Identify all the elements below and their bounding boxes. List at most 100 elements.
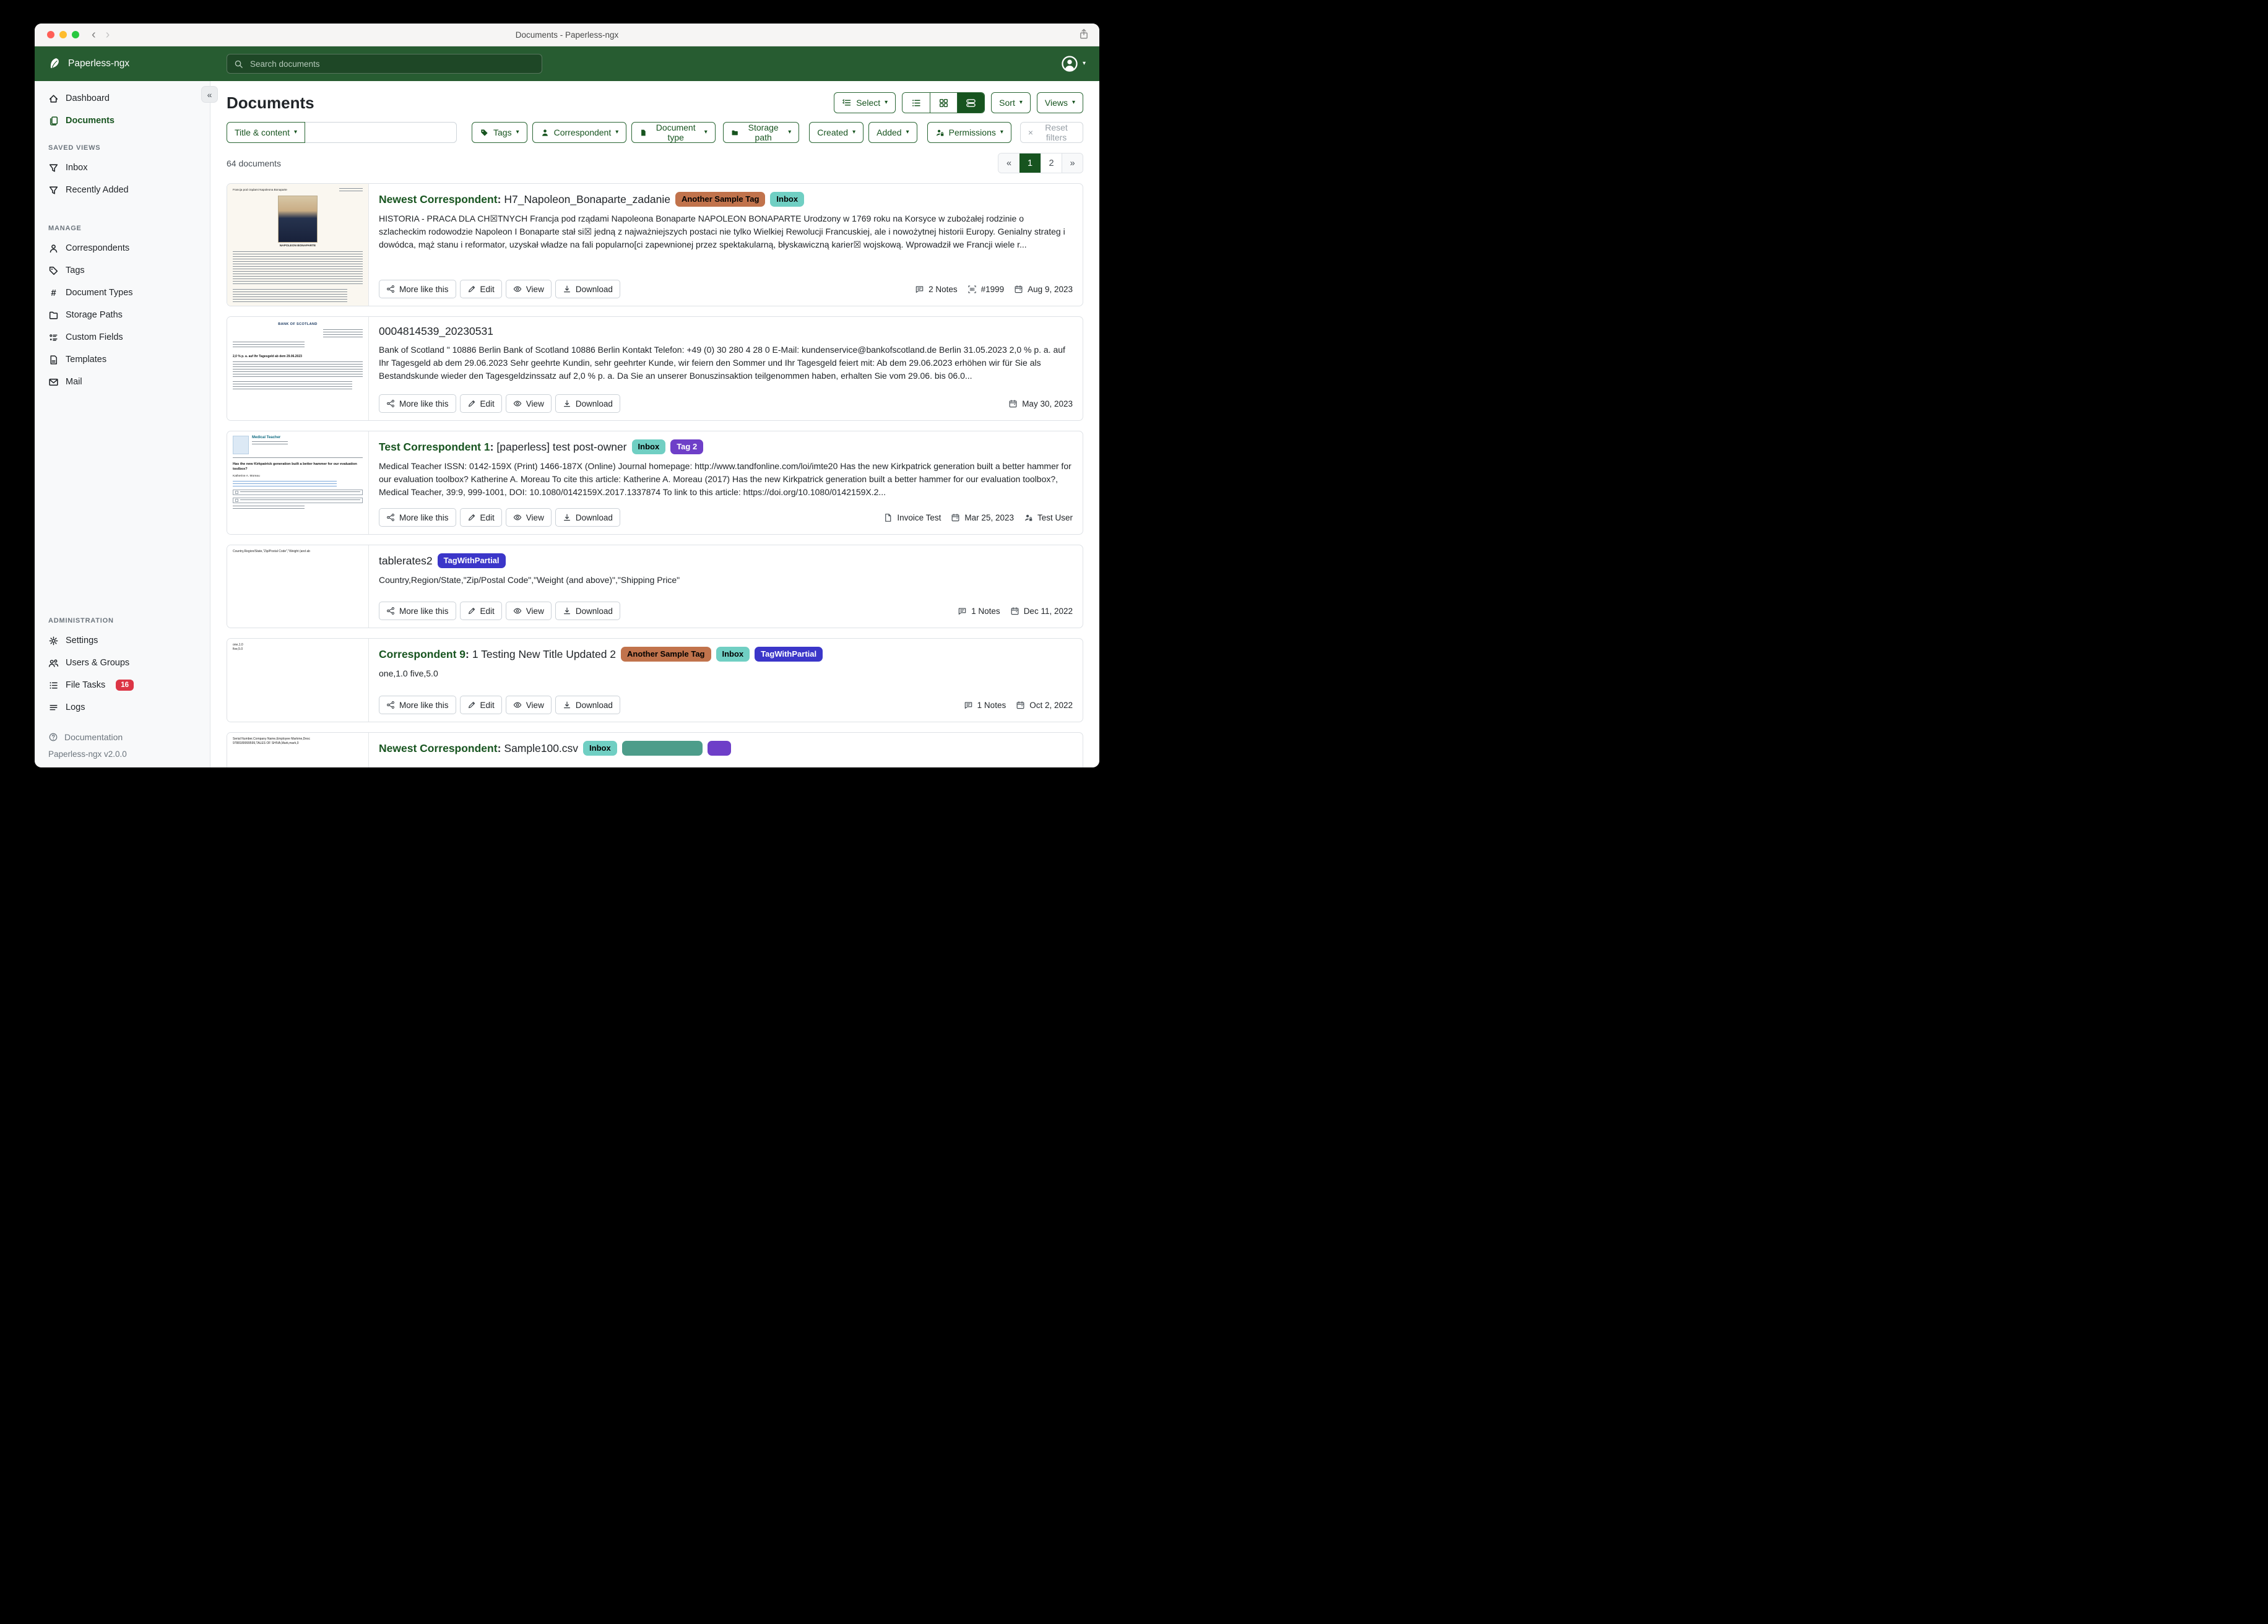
title-content-dropdown-button[interactable]: Title & content ▾ [227, 122, 305, 143]
document-title-link[interactable]: 1 Testing New Title Updated 2 [472, 648, 616, 661]
sidebar-item-storage-paths[interactable]: Storage Paths [42, 304, 202, 326]
tags-filter-button[interactable]: Tags ▾ [472, 122, 527, 143]
download-icon [563, 399, 571, 408]
sidebar-item-documents[interactable]: Documents [42, 110, 202, 132]
tag-inbox[interactable]: Inbox [770, 192, 804, 207]
search-input[interactable] [249, 59, 535, 69]
thumb-text: Serial Number,Company Name,Employee Mark… [233, 737, 363, 741]
grid-view-toggle[interactable] [930, 93, 957, 113]
view-button[interactable]: View [506, 394, 552, 413]
document-thumbnail[interactable]: Medical Teacher Has the new Kirkpatrick … [227, 431, 369, 534]
sidebar-item-tags[interactable]: Tags [42, 259, 202, 282]
document-thumbnail[interactable]: Serial Number,Company Name,Employee Mark… [227, 733, 369, 767]
sidebar-item-inbox[interactable]: Inbox [42, 157, 202, 179]
document-title-link[interactable]: H7_Napoleon_Bonaparte_zadanie [504, 193, 670, 206]
download-button[interactable]: Download [555, 508, 620, 527]
download-button[interactable]: Download [555, 394, 620, 413]
sidebar-collapse-button[interactable]: « [201, 86, 218, 103]
user-menu[interactable]: ▾ [1061, 55, 1086, 72]
documentation-link[interactable]: Documentation [35, 727, 210, 747]
document-thumbnail[interactable]: Country,Region/State,"Zip/Postal Code","… [227, 545, 369, 628]
title-content-input[interactable] [305, 122, 457, 143]
view-button[interactable]: View [506, 696, 552, 714]
sidebar-item-templates[interactable]: Templates [42, 348, 202, 371]
close-window-button[interactable] [47, 31, 54, 38]
sidebar-item-dashboard[interactable]: Dashboard [42, 87, 202, 110]
sidebar-item-document-types[interactable]: # Document Types [42, 282, 202, 304]
tag-partial[interactable] [622, 741, 703, 756]
added-filter-button[interactable]: Added ▾ [868, 122, 917, 143]
tag-inbox[interactable]: Inbox [716, 647, 750, 662]
edit-button[interactable]: Edit [460, 508, 502, 527]
document-correspondent-link[interactable]: Newest Correspondent [379, 742, 498, 755]
share-icon[interactable] [1078, 28, 1089, 43]
more-like-this-button[interactable]: More like this [379, 280, 456, 298]
more-like-this-button[interactable]: More like this [379, 602, 456, 620]
pagination-page-1[interactable]: 1 [1019, 153, 1041, 173]
tag-inbox[interactable]: Inbox [632, 439, 666, 454]
sidebar-item-logs[interactable]: Logs [42, 696, 202, 719]
sidebar-item-correspondents[interactable]: Correspondents [42, 237, 202, 259]
select-dropdown-button[interactable]: Select ▾ [834, 92, 896, 113]
tag-tagwithpartial[interactable]: TagWithPartial [755, 647, 823, 662]
back-chevron-icon[interactable]: ‹ [92, 28, 96, 41]
created-filter-button[interactable]: Created ▾ [809, 122, 863, 143]
download-button[interactable]: Download [555, 602, 620, 620]
download-label: Download [576, 513, 613, 522]
tag-another-sample-tag[interactable]: Another Sample Tag [621, 647, 711, 662]
sort-dropdown-button[interactable]: Sort ▾ [991, 92, 1031, 113]
more-like-this-button[interactable]: More like this [379, 696, 456, 714]
sidebar-item-users-groups[interactable]: Users & Groups [42, 652, 202, 674]
pagination-next-button[interactable]: » [1062, 153, 1083, 173]
document-owner: Test User [1024, 513, 1073, 522]
download-button[interactable]: Download [555, 696, 620, 714]
document-correspondent-link[interactable]: Test Correspondent 1 [379, 441, 490, 454]
document-thumbnail[interactable]: one,1.0 five,5.0 [227, 639, 369, 722]
view-button[interactable]: View [506, 280, 552, 298]
document-title-link[interactable]: 0004814539_20230531 [379, 325, 493, 338]
sidebar-item-recently-added[interactable]: Recently Added [42, 179, 202, 201]
document-correspondent-link[interactable]: Newest Correspondent [379, 193, 498, 206]
edit-button[interactable]: Edit [460, 394, 502, 413]
pagination-page-2[interactable]: 2 [1041, 153, 1062, 173]
pagination-prev-button[interactable]: « [998, 153, 1019, 173]
views-dropdown-button[interactable]: Views ▾ [1037, 92, 1083, 113]
edit-button[interactable]: Edit [460, 280, 502, 298]
document-thumbnail[interactable]: Francja pod rządami Napoleona Bonaparte … [227, 184, 369, 306]
document-type-filter-button[interactable]: Document type ▾ [631, 122, 715, 143]
sidebar-item-settings[interactable]: Settings [42, 629, 202, 652]
reset-filters-button[interactable]: × Reset filters [1020, 122, 1083, 143]
more-like-this-button[interactable]: More like this [379, 508, 456, 527]
correspondent-filter-button[interactable]: Correspondent ▾ [532, 122, 627, 143]
document-correspondent-link[interactable]: Correspondent 9 [379, 648, 465, 661]
sidebar-item-custom-fields[interactable]: Custom Fields [42, 326, 202, 348]
view-button[interactable]: View [506, 508, 552, 527]
download-button[interactable]: Download [555, 280, 620, 298]
eye-icon [513, 701, 522, 709]
storage-path-filter-button[interactable]: Storage path ▾ [723, 122, 800, 143]
detail-view-toggle[interactable] [957, 93, 984, 113]
document-title-link[interactable]: tablerates2 [379, 555, 433, 568]
zoom-window-button[interactable] [72, 31, 79, 38]
view-button[interactable]: View [506, 602, 552, 620]
document-thumbnail[interactable]: BANK OF SCOTLAND 2,0 % p. a. auf Ihr Tag… [227, 317, 369, 420]
document-title-link[interactable]: [paperless] test post-owner [496, 441, 626, 454]
tag-partial[interactable] [708, 741, 731, 756]
edit-button[interactable]: Edit [460, 696, 502, 714]
permissions-filter-button[interactable]: Permissions ▾ [927, 122, 1011, 143]
more-like-this-button[interactable]: More like this [379, 394, 456, 413]
tag-another-sample-tag[interactable]: Another Sample Tag [675, 192, 765, 207]
app-brand[interactable]: Paperless-ngx [48, 57, 129, 71]
document-title-link[interactable]: Sample100.csv [504, 742, 578, 755]
tag-tag-2[interactable]: Tag 2 [670, 439, 703, 454]
tag-tagwithpartial[interactable]: TagWithPartial [438, 553, 506, 568]
edit-button[interactable]: Edit [460, 602, 502, 620]
forward-chevron-icon[interactable]: › [106, 28, 110, 41]
list-view-toggle[interactable] [902, 93, 930, 113]
tag-inbox[interactable]: Inbox [583, 741, 617, 756]
document-card: Country,Region/State,"Zip/Postal Code","… [227, 545, 1083, 628]
sidebar-item-mail[interactable]: Mail [42, 371, 202, 393]
global-search[interactable] [227, 54, 542, 74]
minimize-window-button[interactable] [59, 31, 67, 38]
sidebar-item-file-tasks[interactable]: File Tasks 16 [42, 674, 202, 696]
